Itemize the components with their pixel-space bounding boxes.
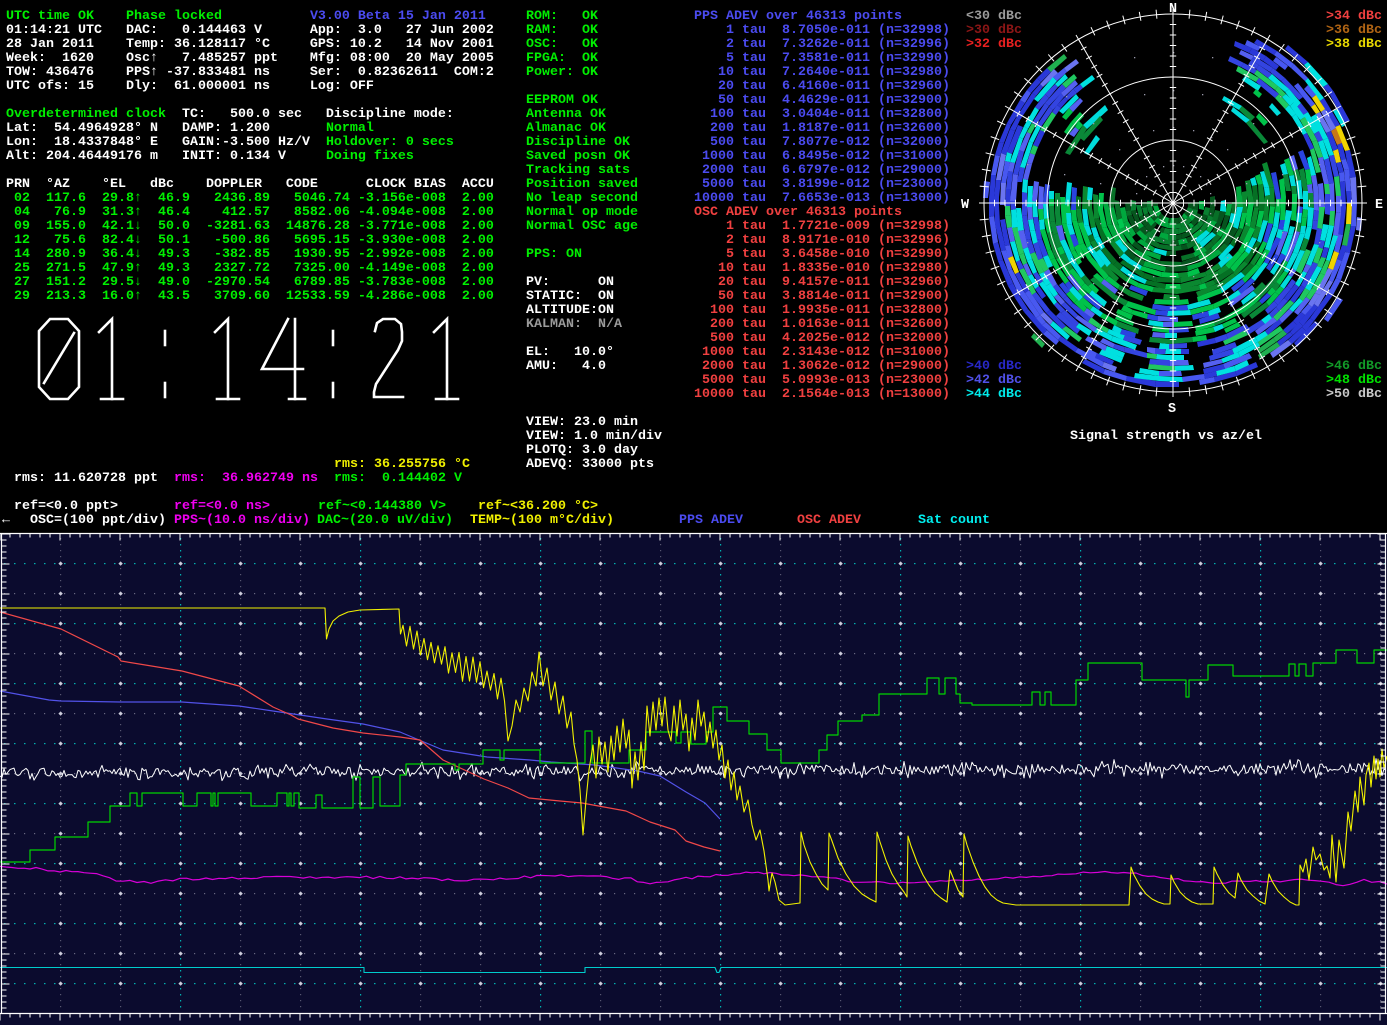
svg-text:S: S [1168, 402, 1176, 417]
svg-text:W: W [961, 198, 970, 213]
svg-text:E: E [1375, 198, 1383, 213]
svg-text:N: N [1169, 2, 1177, 17]
